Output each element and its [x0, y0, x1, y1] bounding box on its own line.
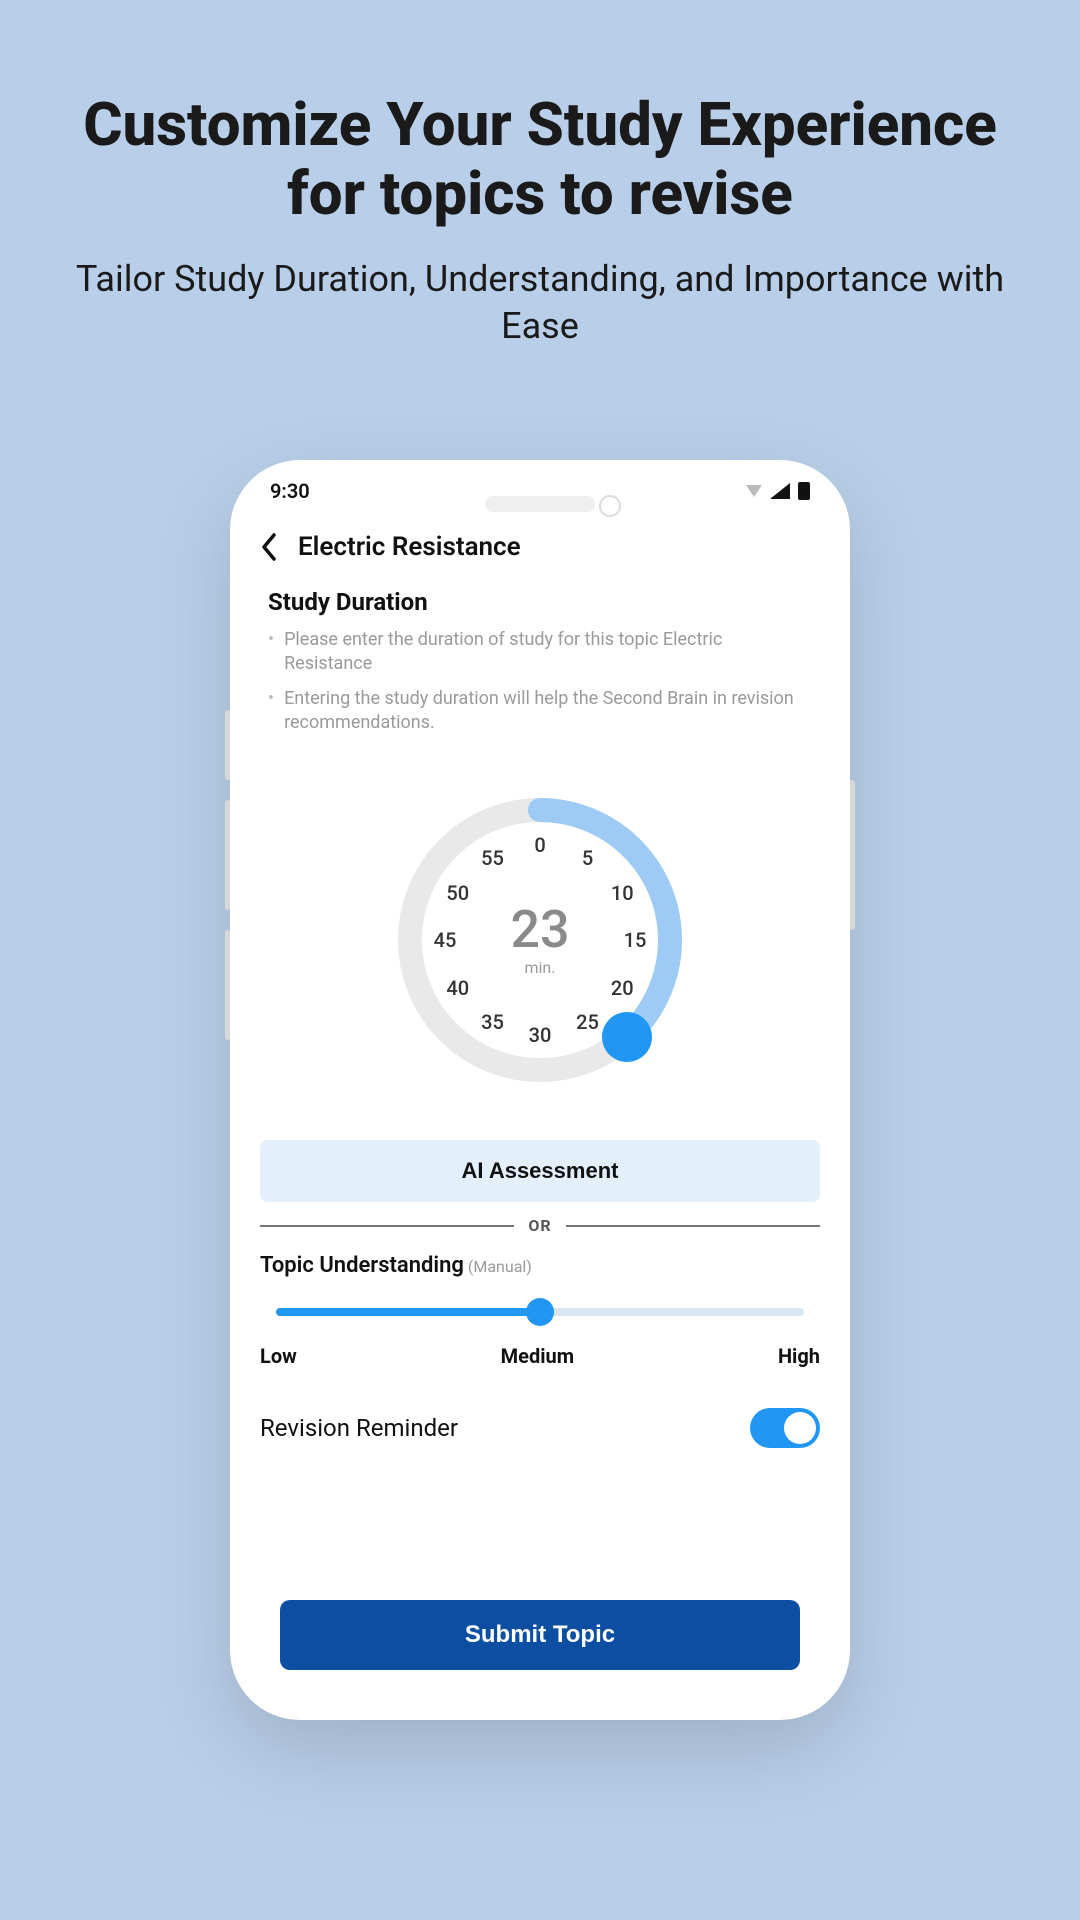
or-label: OR — [528, 1216, 551, 1235]
hero-title: Customize Your Study Experience for topi… — [60, 90, 1020, 228]
dial-tick: 40 — [446, 976, 469, 1000]
dial-tick: 30 — [529, 1023, 552, 1047]
reminder-label: Revision Reminder — [260, 1414, 458, 1442]
dial-tick: 25 — [576, 1010, 599, 1034]
dial-tick: 50 — [446, 881, 469, 905]
status-time: 9:30 — [270, 479, 310, 503]
slider-label-high: High — [778, 1344, 820, 1368]
section-title-duration: Study Duration — [268, 588, 820, 616]
dial-tick: 15 — [624, 928, 647, 952]
slider-label-low: Low — [260, 1344, 297, 1368]
understanding-slider[interactable] — [276, 1302, 804, 1322]
understanding-label: Topic Understanding — [260, 1253, 464, 1278]
page-title: Electric Resistance — [298, 532, 521, 562]
submit-button[interactable]: Submit Topic — [280, 1600, 800, 1670]
reminder-toggle[interactable] — [750, 1408, 820, 1448]
ai-assessment-button[interactable]: AI Assessment — [260, 1140, 820, 1202]
duration-unit: min. — [525, 958, 556, 977]
duration-help-text: Entering the study duration will help th… — [284, 687, 812, 736]
dial-tick: 5 — [582, 846, 593, 870]
dial-knob[interactable] — [602, 1012, 652, 1062]
dial-tick: 55 — [481, 846, 504, 870]
phone-mockup: 9:30 Electric Resistance Study Duration … — [230, 460, 850, 1720]
duration-help-text: Please enter the duration of study for t… — [284, 628, 812, 677]
phone-notch — [485, 496, 595, 512]
slider-thumb[interactable] — [526, 1298, 554, 1326]
dial-tick: 20 — [611, 976, 634, 1000]
battery-icon — [798, 482, 810, 500]
dial-tick: 35 — [481, 1010, 504, 1034]
dial-tick: 45 — [434, 928, 457, 952]
signal-icon — [770, 483, 790, 499]
slider-label-medium: Medium — [501, 1344, 574, 1368]
duration-value: 23 — [510, 904, 569, 956]
hero-subtitle: Tailor Study Duration, Understanding, an… — [60, 256, 1020, 350]
dial-tick: 10 — [611, 881, 634, 905]
dial-tick: 0 — [534, 833, 545, 857]
or-divider: OR — [260, 1216, 820, 1235]
back-icon[interactable] — [260, 533, 278, 561]
wifi-icon — [746, 485, 762, 497]
understanding-manual-hint: (Manual) — [468, 1257, 532, 1276]
duration-dial[interactable]: 23 min. 0 5 10 15 20 25 30 35 40 45 50 55 — [380, 780, 700, 1100]
